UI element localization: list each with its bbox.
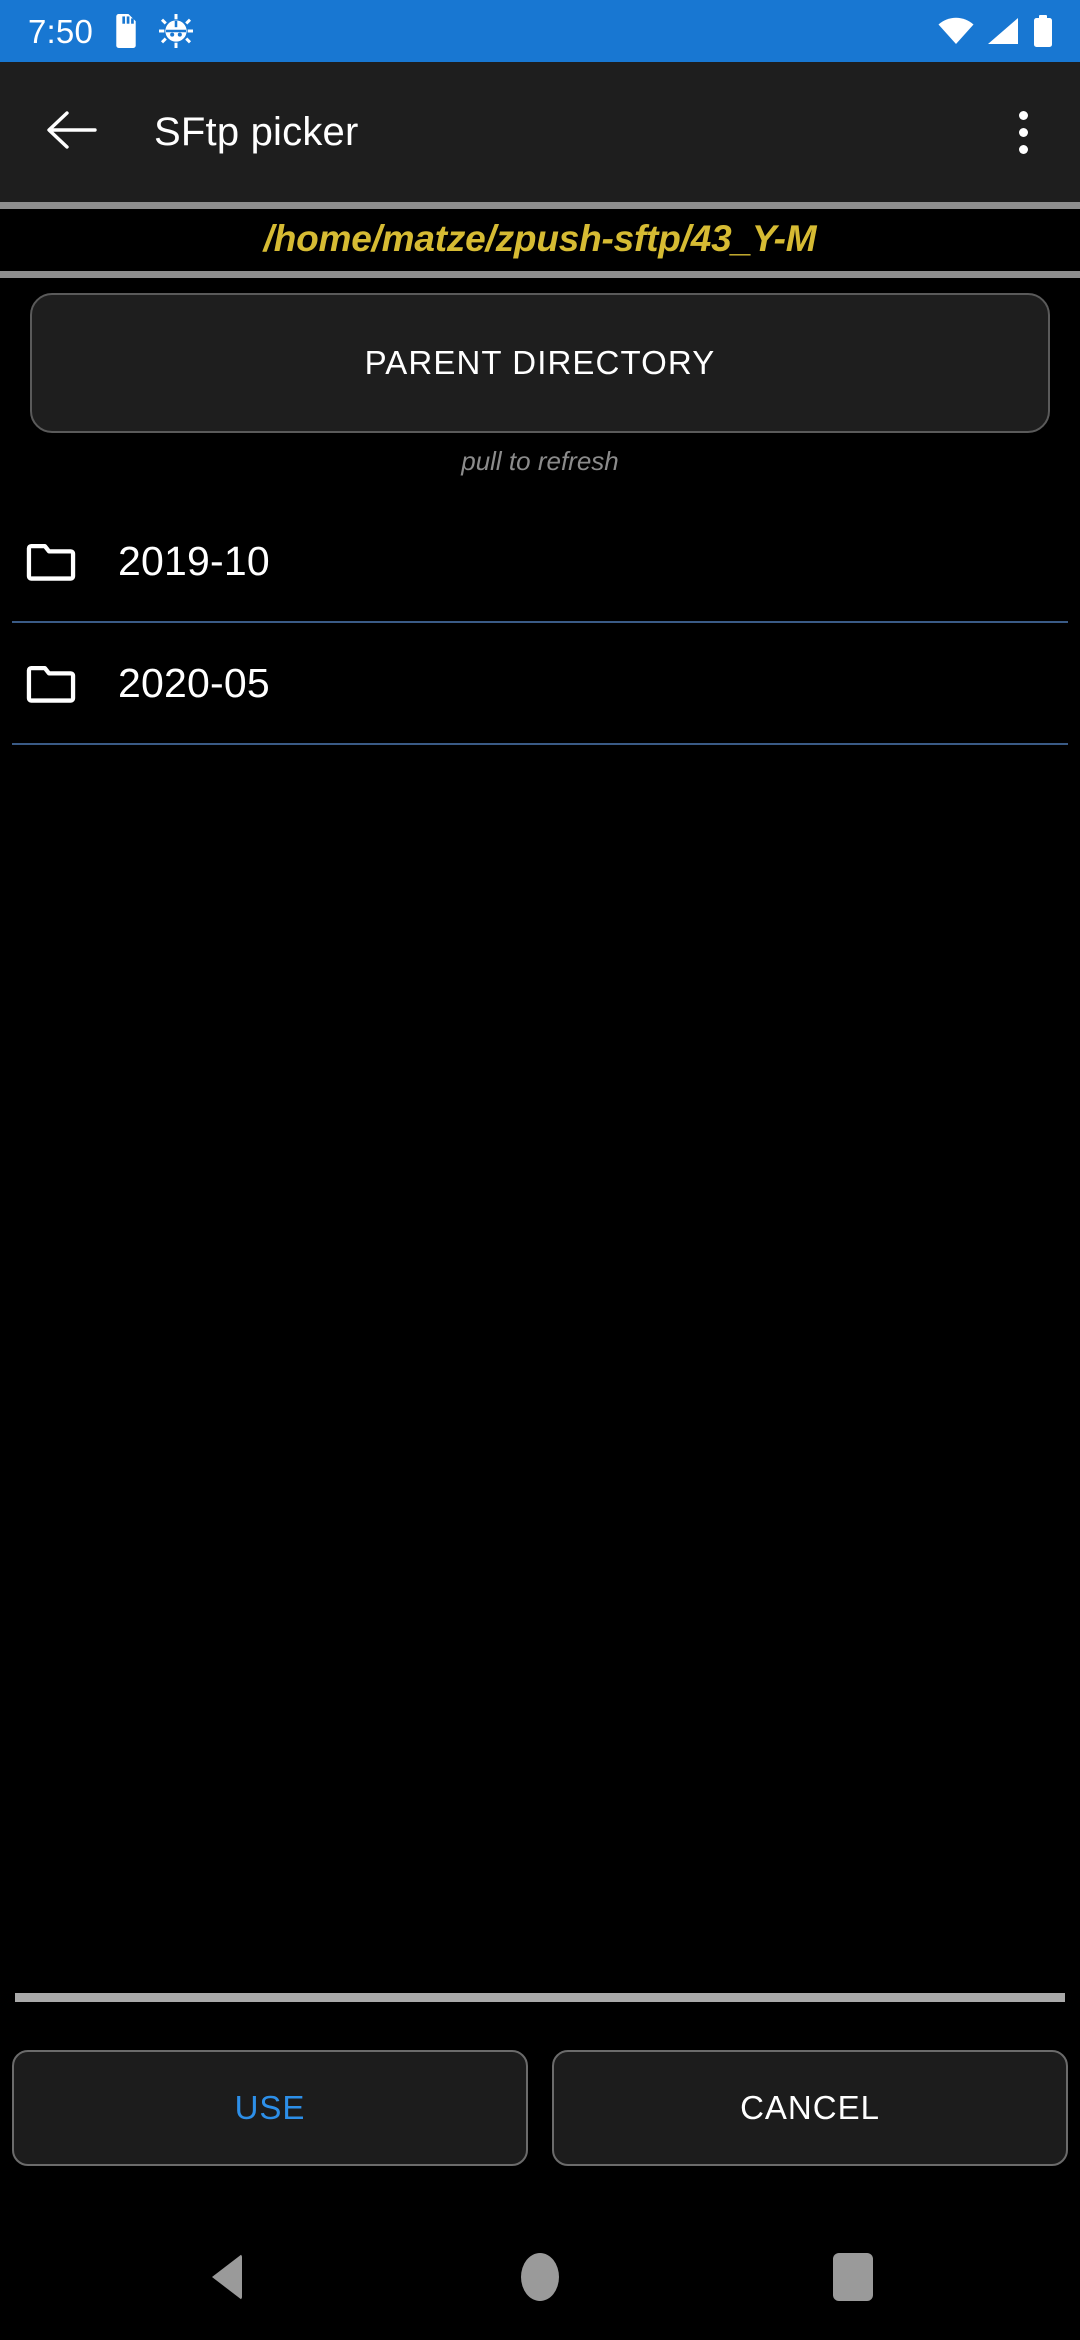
nav-home-button[interactable]	[480, 2227, 600, 2327]
status-bar-clock: 7:50	[28, 12, 94, 50]
system-navigation-bar	[0, 2214, 1080, 2340]
path-breadcrumb[interactable]: /home/matze/zpush-sftp/43_Y-M	[0, 209, 1080, 271]
overflow-menu-icon-dot	[1018, 144, 1028, 154]
current-path-text: /home/matze/zpush-sftp/43_Y-M	[263, 218, 817, 259]
action-bar: USE CANCEL	[0, 2002, 1080, 2214]
app-bar: SFtp picker	[0, 62, 1080, 202]
file-list[interactable]: 2019-10 2020-05	[0, 477, 1080, 1993]
list-item[interactable]: 2019-10	[12, 501, 1068, 623]
pull-to-refresh-hint: pull to refresh	[461, 446, 619, 476]
nav-back-icon	[211, 2254, 242, 2300]
back-arrow-icon	[45, 108, 97, 157]
battery-full-icon	[1032, 15, 1054, 47]
app-screen: 7:50 SFtp picker /home/matze/zpush-sftp/…	[0, 0, 1080, 2340]
folder-icon	[24, 534, 78, 588]
nav-recents-icon	[833, 2253, 874, 2301]
page-title: SFtp picker	[154, 109, 359, 154]
use-button[interactable]: USE	[12, 2050, 528, 2166]
nav-recents-button[interactable]	[793, 2227, 913, 2327]
folder-icon	[24, 656, 78, 710]
overflow-menu-button[interactable]	[992, 93, 1054, 171]
back-button[interactable]	[34, 95, 108, 169]
list-item-label: 2020-05	[118, 659, 270, 706]
list-item[interactable]: 2020-05	[12, 623, 1068, 745]
status-bar-right	[938, 15, 1054, 47]
action-bar-divider	[15, 1993, 1065, 2002]
cancel-button[interactable]: CANCEL	[552, 2050, 1068, 2166]
path-bottom-divider	[0, 271, 1080, 278]
parent-directory-button[interactable]: PARENT DIRECTORY	[30, 293, 1050, 433]
status-bar: 7:50	[0, 0, 1080, 62]
cellular-signal-icon	[987, 17, 1019, 45]
nav-home-icon	[520, 2253, 559, 2301]
wifi-icon	[938, 17, 974, 45]
list-item-label: 2019-10	[118, 537, 270, 584]
parent-directory-container: PARENT DIRECTORY	[0, 278, 1080, 433]
nav-back-button[interactable]	[167, 2227, 287, 2327]
sd-card-icon	[111, 14, 141, 48]
path-top-divider	[0, 202, 1080, 209]
overflow-menu-icon-dot	[1018, 127, 1028, 137]
status-bar-left: 7:50	[28, 12, 194, 50]
android-debug-icon	[159, 14, 194, 48]
overflow-menu-icon	[1018, 110, 1028, 120]
